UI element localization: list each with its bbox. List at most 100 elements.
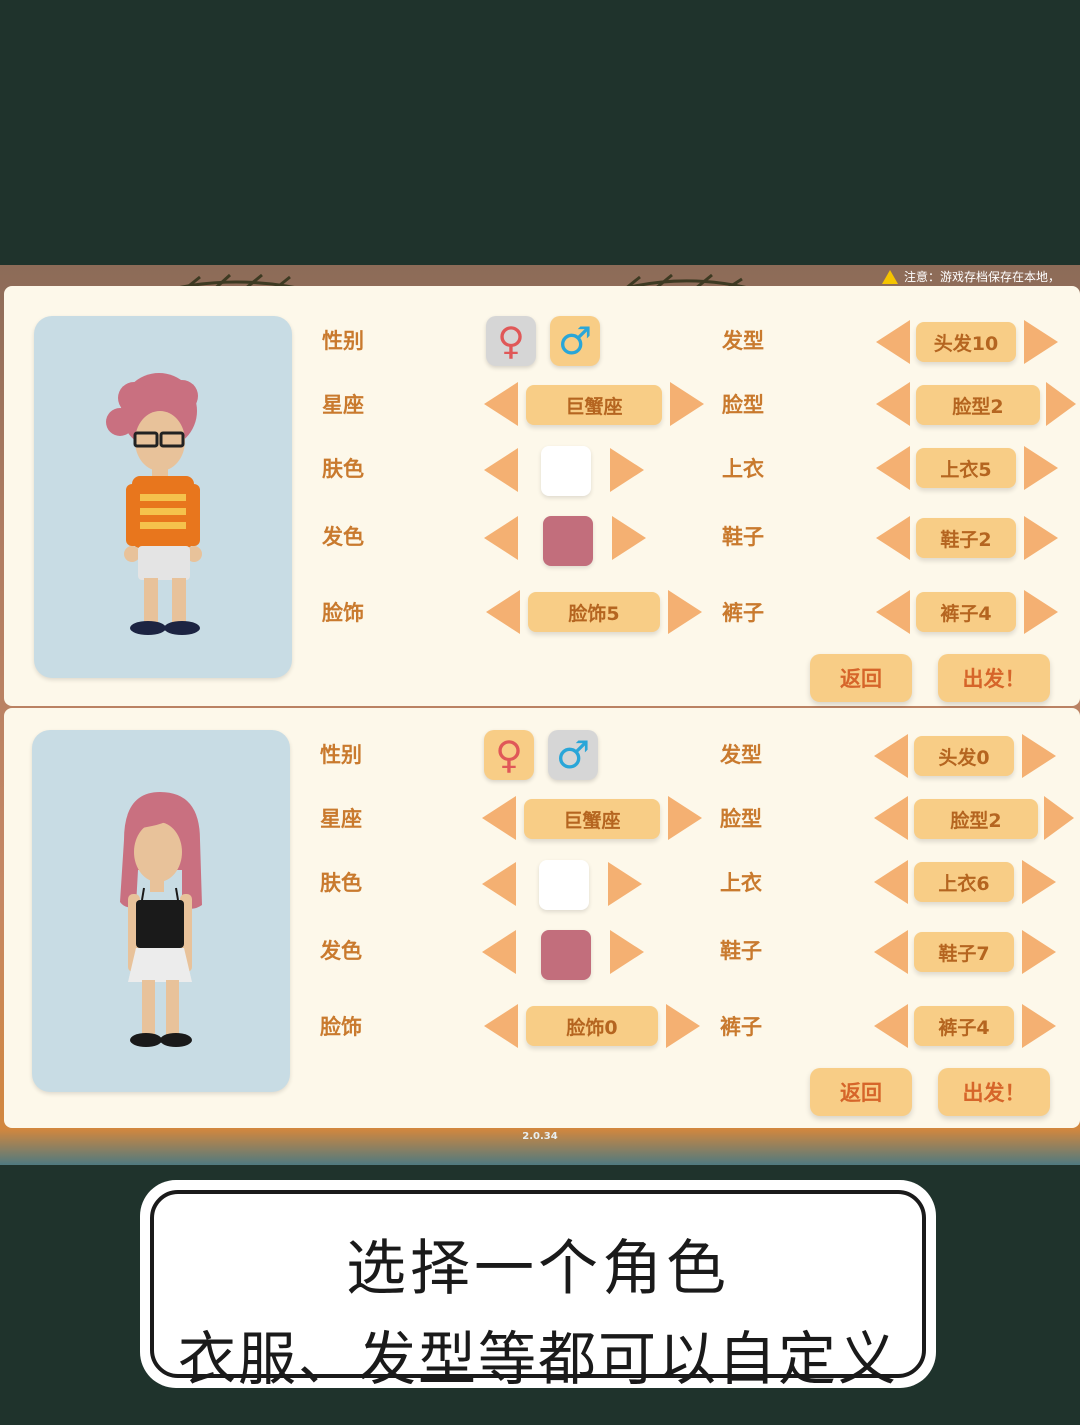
skin-label: 肤色 bbox=[320, 871, 362, 895]
hair-label: 发型 bbox=[720, 743, 762, 767]
male-button[interactable]: ♂ bbox=[548, 730, 598, 780]
hair-color-prev-arrow[interactable] bbox=[482, 930, 516, 974]
face-prev-arrow[interactable] bbox=[876, 382, 910, 426]
shoes-next-arrow[interactable] bbox=[1024, 516, 1058, 560]
zodiac-next-arrow[interactable] bbox=[668, 796, 702, 840]
character-panel-1: 性别 ♀ ♂ 星座 巨蟹座 肤色 发色 脸饰 脸饰5 发型 头发10 脸型 脸型… bbox=[4, 286, 1080, 706]
skin-label: 肤色 bbox=[322, 457, 364, 481]
shoes-prev-arrow[interactable] bbox=[876, 516, 910, 560]
zodiac-value: 巨蟹座 bbox=[526, 385, 662, 425]
top-prev-arrow[interactable] bbox=[876, 446, 910, 490]
hair-prev-arrow[interactable] bbox=[874, 734, 908, 778]
pants-next-arrow[interactable] bbox=[1022, 1004, 1056, 1048]
save-notice-text: 注意：游戏存档保存在本地， bbox=[903, 270, 1060, 284]
version-label: 2.0.34 bbox=[522, 1131, 558, 1142]
avatar-figure-female bbox=[120, 792, 202, 1047]
shoes-value: 鞋子2 bbox=[916, 518, 1016, 558]
zodiac-value: 巨蟹座 bbox=[524, 799, 660, 839]
skin-prev-arrow[interactable] bbox=[482, 862, 516, 906]
hair-color-label: 发色 bbox=[322, 525, 364, 549]
top-label: 上衣 bbox=[722, 457, 764, 481]
face-acc-label: 脸饰 bbox=[322, 601, 364, 625]
caption-box: 选择一个角色 衣服、发型等都可以自定义 bbox=[140, 1180, 936, 1393]
skin-swatch bbox=[541, 446, 591, 496]
gender-label: 性别 bbox=[320, 743, 362, 767]
face-label: 脸型 bbox=[722, 393, 764, 417]
character-panel-2: 性别 ♀ ♂ 星座 巨蟹座 肤色 发色 脸饰 脸饰0 发型 头发0 脸型 脸型2… bbox=[4, 708, 1080, 1128]
top-label: 上衣 bbox=[720, 871, 762, 895]
pants-value: 裤子4 bbox=[914, 1006, 1014, 1046]
skin-next-arrow[interactable] bbox=[610, 448, 644, 492]
go-button[interactable]: 出发！ bbox=[938, 654, 1050, 702]
avatar-preview-2 bbox=[32, 730, 290, 1092]
avatar-figure-male bbox=[106, 373, 202, 635]
hair-color-label: 发色 bbox=[320, 939, 362, 963]
female-icon: ♀ bbox=[497, 319, 525, 363]
gender-label: 性别 bbox=[322, 329, 364, 353]
pants-prev-arrow[interactable] bbox=[874, 1004, 908, 1048]
shoes-next-arrow[interactable] bbox=[1022, 930, 1056, 974]
hair-value: 头发10 bbox=[916, 322, 1016, 362]
pants-label: 裤子 bbox=[720, 1015, 762, 1039]
back-button[interactable]: 返回 bbox=[810, 1068, 912, 1116]
hair-color-next-arrow[interactable] bbox=[610, 930, 644, 974]
hair-label: 发型 bbox=[722, 329, 764, 353]
female-icon: ♀ bbox=[495, 733, 523, 777]
back-button[interactable]: 返回 bbox=[810, 654, 912, 702]
male-button[interactable]: ♂ bbox=[550, 316, 600, 366]
face-label: 脸型 bbox=[720, 807, 762, 831]
skin-next-arrow[interactable] bbox=[608, 862, 642, 906]
hair-next-arrow[interactable] bbox=[1022, 734, 1056, 778]
pants-value: 裤子4 bbox=[916, 592, 1016, 632]
zodiac-next-arrow[interactable] bbox=[670, 382, 704, 426]
zodiac-label: 星座 bbox=[322, 393, 364, 417]
shoes-label: 鞋子 bbox=[722, 525, 764, 549]
face-acc-value: 脸饰0 bbox=[526, 1006, 658, 1046]
face-next-arrow[interactable] bbox=[1046, 382, 1076, 426]
face-next-arrow[interactable] bbox=[1044, 796, 1074, 840]
face-acc-prev-arrow[interactable] bbox=[486, 590, 520, 634]
male-icon: ♂ bbox=[555, 733, 591, 777]
shoes-label: 鞋子 bbox=[720, 939, 762, 963]
caption-border: 选择一个角色 衣服、发型等都可以自定义 bbox=[150, 1190, 926, 1393]
face-value: 脸型2 bbox=[914, 799, 1038, 839]
top-next-arrow[interactable] bbox=[1024, 446, 1058, 490]
hair-color-swatch bbox=[541, 930, 591, 980]
male-icon: ♂ bbox=[557, 319, 593, 363]
pants-label: 裤子 bbox=[722, 601, 764, 625]
caption-line-1: 选择一个角色 bbox=[346, 1234, 730, 1304]
zodiac-prev-arrow[interactable] bbox=[482, 796, 516, 840]
skin-prev-arrow[interactable] bbox=[484, 448, 518, 492]
hair-color-swatch bbox=[543, 516, 593, 566]
hair-value: 头发0 bbox=[914, 736, 1014, 776]
shoes-prev-arrow[interactable] bbox=[874, 930, 908, 974]
top-value: 上衣6 bbox=[914, 862, 1014, 902]
top-prev-arrow[interactable] bbox=[874, 860, 908, 904]
hair-next-arrow[interactable] bbox=[1024, 320, 1058, 364]
face-acc-value: 脸饰5 bbox=[528, 592, 660, 632]
face-acc-label: 脸饰 bbox=[320, 1015, 362, 1039]
go-button[interactable]: 出发！ bbox=[938, 1068, 1050, 1116]
zodiac-label: 星座 bbox=[320, 807, 362, 831]
face-acc-prev-arrow[interactable] bbox=[484, 1004, 518, 1048]
face-value: 脸型2 bbox=[916, 385, 1040, 425]
face-prev-arrow[interactable] bbox=[874, 796, 908, 840]
skin-swatch bbox=[539, 860, 589, 910]
avatar-preview-1 bbox=[34, 316, 292, 678]
pants-prev-arrow[interactable] bbox=[876, 590, 910, 634]
zodiac-prev-arrow[interactable] bbox=[484, 382, 518, 426]
hair-color-next-arrow[interactable] bbox=[612, 516, 646, 560]
face-acc-next-arrow[interactable] bbox=[668, 590, 702, 634]
caption-line-2: 衣服、发型等都可以自定义 bbox=[177, 1325, 898, 1393]
save-notice: 注意：游戏存档保存在本地， bbox=[881, 268, 1060, 286]
face-acc-next-arrow[interactable] bbox=[666, 1004, 700, 1048]
female-button[interactable]: ♀ bbox=[486, 316, 536, 366]
shoes-value: 鞋子7 bbox=[914, 932, 1014, 972]
female-button[interactable]: ♀ bbox=[484, 730, 534, 780]
hair-color-prev-arrow[interactable] bbox=[484, 516, 518, 560]
hair-prev-arrow[interactable] bbox=[876, 320, 910, 364]
pants-next-arrow[interactable] bbox=[1024, 590, 1058, 634]
top-value: 上衣5 bbox=[916, 448, 1016, 488]
top-next-arrow[interactable] bbox=[1022, 860, 1056, 904]
warning-icon bbox=[881, 270, 898, 284]
